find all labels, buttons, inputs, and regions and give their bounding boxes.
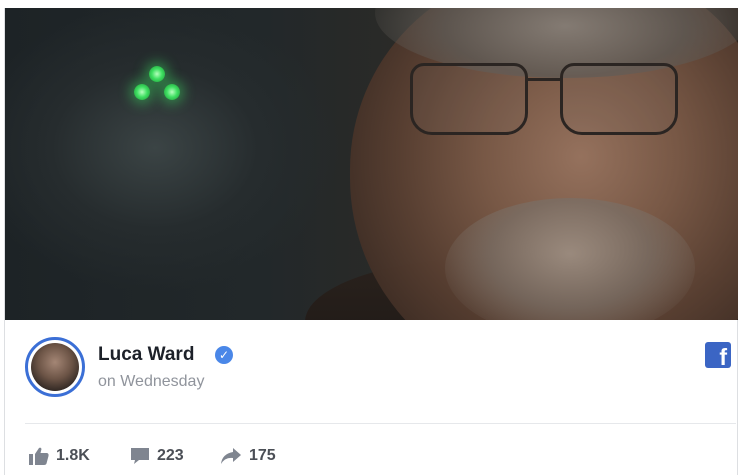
post-image[interactable] bbox=[5, 8, 738, 320]
likes-count: 1.8K bbox=[56, 447, 90, 464]
facebook-icon[interactable]: f bbox=[705, 342, 731, 368]
avatar-photo bbox=[31, 343, 79, 391]
author-name[interactable]: Luca Ward bbox=[98, 344, 194, 366]
post-footer: Luca Ward ✓ on Wednesday f 1.8K 223 175 bbox=[5, 320, 738, 475]
shares-stat[interactable]: 175 bbox=[220, 444, 276, 468]
night-vision-light-left bbox=[134, 84, 150, 100]
likes-stat[interactable]: 1.8K bbox=[29, 444, 90, 468]
image-glasses-left-lens bbox=[410, 63, 528, 135]
comment-bubble-icon bbox=[131, 448, 149, 464]
image-glasses-right-lens bbox=[560, 63, 678, 135]
verified-check-icon: ✓ bbox=[215, 346, 233, 364]
image-glasses-bridge bbox=[526, 78, 562, 81]
post-timestamp[interactable]: on Wednesday bbox=[98, 373, 204, 391]
thumbs-up-icon bbox=[29, 447, 49, 465]
social-post-card: Luca Ward ✓ on Wednesday f 1.8K 223 175 bbox=[4, 8, 738, 475]
avatar[interactable] bbox=[25, 337, 85, 397]
night-vision-light-top bbox=[149, 66, 165, 82]
night-vision-light-right bbox=[164, 84, 180, 100]
comments-stat[interactable]: 223 bbox=[130, 444, 184, 468]
comments-count: 223 bbox=[157, 447, 184, 464]
divider bbox=[25, 423, 736, 424]
share-arrow-icon bbox=[221, 448, 241, 464]
shares-count: 175 bbox=[249, 447, 276, 464]
